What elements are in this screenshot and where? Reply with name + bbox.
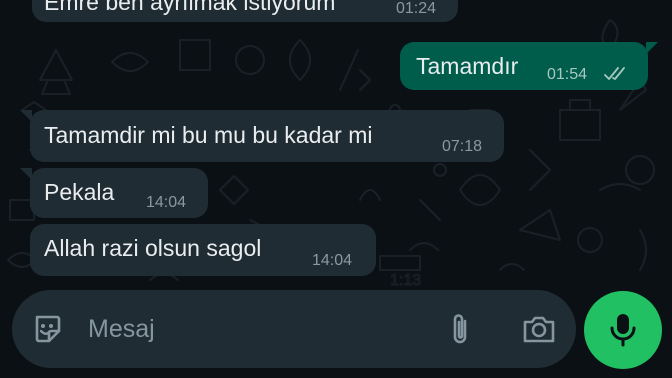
svg-text:1:13: 1:13 <box>390 272 421 289</box>
message-time: 07:18 <box>442 138 483 155</box>
microphone-icon <box>610 314 636 347</box>
message-text: Pekala <box>44 179 115 205</box>
message-bubble-incoming[interactable]: Tamamdir mi bu mu bu kadar mi 07:18 <box>30 110 504 162</box>
chat-screen: 1:13 Emre ben ayrılmak istiyorum 01:24 T… <box>0 0 672 378</box>
message-text: Tamamdir mi bu mu bu kadar mi <box>44 122 373 148</box>
message-text: Allah razi olsun sagol <box>44 235 262 261</box>
read-receipt-icon <box>604 67 625 80</box>
bubble-tail <box>646 42 658 54</box>
message-bubble-outgoing[interactable]: Tamamdır 01:54 <box>400 42 648 90</box>
message-bubble-incoming[interactable]: Emre ben ayrılmak istiyorum 01:24 <box>32 0 458 22</box>
message-composer: Mesaj <box>12 290 576 368</box>
message-input[interactable]: Mesaj <box>88 314 155 344</box>
message-bubble-incoming[interactable]: Pekala 14:04 <box>30 168 208 218</box>
message-bubble-incoming[interactable]: Allah razi olsun sagol 14:04 <box>30 224 376 276</box>
message-time: 14:04 <box>146 194 187 211</box>
paperclip-icon[interactable] <box>444 310 476 348</box>
voice-message-button[interactable] <box>584 291 662 369</box>
sticker-smiley-icon[interactable] <box>28 310 66 348</box>
message-text: Tamamdır <box>416 53 519 79</box>
camera-icon[interactable] <box>518 310 560 348</box>
message-time: 01:54 <box>547 66 588 83</box>
message-time: 14:04 <box>312 252 353 269</box>
message-text: Emre ben ayrılmak istiyorum <box>44 0 336 15</box>
message-time: 01:24 <box>396 0 437 17</box>
